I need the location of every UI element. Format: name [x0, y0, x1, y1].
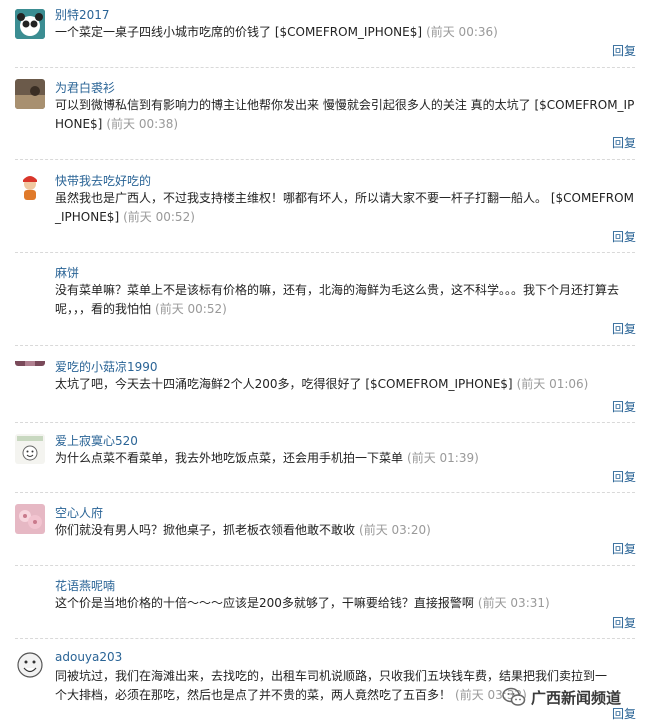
reply-link[interactable]: 回复: [612, 540, 636, 557]
comment-divider: [15, 252, 635, 253]
comment-username[interactable]: 麻饼: [55, 264, 79, 281]
photo-avatar-icon[interactable]: [15, 79, 45, 109]
comment-time: (前天 00:52): [155, 302, 227, 316]
comment-username[interactable]: 别特2017: [55, 6, 110, 23]
reply-link[interactable]: 回复: [612, 228, 636, 245]
comment-body: 你们就没有男人吗？掀他桌子，抓老板衣领看他敢不敢收 (前天 03:20): [55, 521, 635, 540]
comment-time: (前天 00:36): [426, 25, 498, 39]
channel-watermark: 广西新闻频道: [502, 686, 647, 708]
cartoon-avatar-icon[interactable]: [15, 172, 45, 202]
comment-time: (前天 00:38): [106, 117, 179, 131]
blank-avatar-icon[interactable]: [15, 577, 45, 607]
panda-avatar-icon[interactable]: [15, 9, 45, 39]
reply-link[interactable]: 回复: [612, 398, 636, 415]
sticker-avatar-icon[interactable]: [15, 434, 45, 464]
comment-text: 这个价是当地价格的十倍～～～应该是200多就够了，干嘛要给钱？直接报警啊: [55, 596, 474, 610]
comment-username[interactable]: 快带我去吃好吃的: [55, 172, 151, 189]
comment-body: 虽然我也是广西人，不过我支持楼主维权！哪都有坏人，所以请大家不要一杆子打翻一船人…: [55, 189, 635, 227]
comment-text: 为什么点菜不看菜单，我去外地吃饭点菜，还会用手机拍一下菜单: [55, 451, 404, 465]
comment-body: 一个菜定一桌子四线小城市吃席的价钱了 [$COMEFROM_IPHONE$] (前…: [55, 23, 635, 42]
comment-username[interactable]: 为君白裘衫: [55, 79, 115, 96]
comment-divider: [15, 565, 635, 566]
comment-time: (前天 01:06): [516, 377, 589, 391]
comment-username[interactable]: 爱吃的小菇凉1990: [55, 358, 158, 375]
comment-body: 太坑了吧，今天去十四涌吃海鲜2个人200多，吃得很好了 [$COMEFROM_I…: [55, 375, 635, 394]
comment-time: (前天 03:31): [477, 596, 550, 610]
comment-body: 可以到微博私信到有影响力的博主让他帮你发出来 慢慢就会引起很多人的关注 真的太坑…: [55, 96, 635, 134]
comment-body: 没有菜单嘛？菜单上不是该标有价格的嘛，还有，北海的海鲜为毛这么贵，这不科学。。。…: [55, 281, 635, 319]
comment-text: 没有菜单嘛？菜单上不是该标有价格的嘛，还有，北海的海鲜为毛这么贵，这不科学。。。…: [55, 283, 620, 316]
reply-link[interactable]: 回复: [612, 42, 636, 59]
comment-body: 为什么点菜不看菜单，我去外地吃饭点菜，还会用手机拍一下菜单 (前天 01:39): [55, 449, 635, 468]
comment-time: (前天 03:20): [359, 523, 431, 537]
comment-divider: [15, 345, 635, 346]
comment-username[interactable]: adouya203: [55, 650, 122, 664]
comment-text: 一个菜定一桌子四线小城市吃席的价钱了 [$COMEFROM_IPHONE$]: [55, 25, 423, 39]
comment-username[interactable]: 爱上寂寞心520: [55, 432, 138, 449]
reply-link[interactable]: 回复: [612, 320, 636, 337]
comment-text: 太坑了吧，今天去十四涌吃海鲜2个人200多，吃得很好了 [$COMEFROM_I…: [55, 377, 513, 391]
comment-divider: [15, 492, 635, 493]
comment-text: 你们就没有男人吗？掀他桌子，抓老板衣领看他敢不敢收: [55, 523, 356, 537]
comment-time: (前天 00:52): [123, 210, 195, 224]
comment-body: 这个价是当地价格的十倍～～～应该是200多就够了，干嘛要给钱？直接报警啊 (前天 …: [55, 594, 635, 613]
comment-time: (前天 01:39): [407, 451, 479, 465]
reply-link[interactable]: 回复: [612, 134, 636, 151]
blank-avatar-icon[interactable]: [15, 264, 45, 294]
comment-username[interactable]: 花语燕呢喃: [55, 577, 115, 594]
flower-avatar-icon[interactable]: [15, 504, 45, 534]
smiley-avatar-icon[interactable]: [15, 650, 45, 680]
comment-divider: [15, 67, 635, 68]
comment-divider: [15, 422, 635, 423]
reply-link[interactable]: 回复: [612, 614, 636, 631]
comment-username[interactable]: 空心人府: [55, 504, 103, 521]
watermark-text: 广西新闻频道: [531, 688, 622, 707]
comment-divider: [15, 159, 635, 160]
wechat-logo-icon: [502, 687, 526, 707]
comment-divider: [15, 638, 635, 639]
photo-avatar-icon[interactable]: [15, 356, 45, 366]
reply-link[interactable]: 回复: [612, 468, 636, 485]
